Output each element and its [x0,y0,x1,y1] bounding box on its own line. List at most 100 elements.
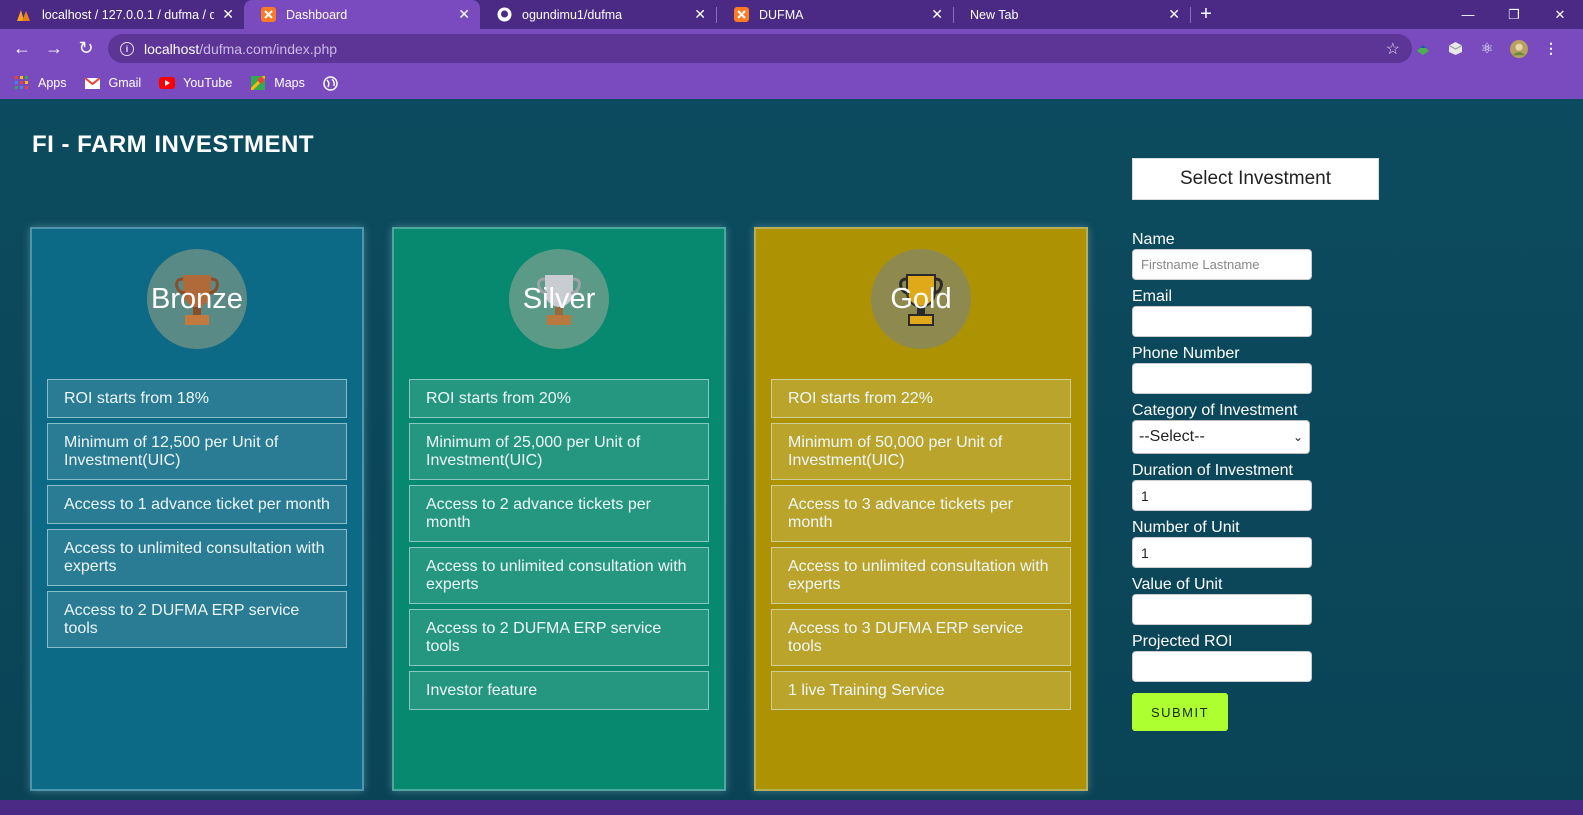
browser-tab-strip: localhost / 127.0.0.1 / dufma / du ✕ Das… [0,0,1583,29]
close-icon[interactable]: ✕ [222,6,234,23]
bookmark-star-icon[interactable]: ☆ [1386,39,1400,59]
gmail-icon [85,75,101,91]
close-icon[interactable]: ✕ [694,6,706,23]
feature-list: ROI starts from 22% Minimum of 50,000 pe… [771,379,1071,715]
bookmark-label: Gmail [108,76,142,90]
extensions-area: ⚛ ⋮ [1414,34,1560,63]
restore-icon[interactable]: ❐ [1491,0,1537,29]
tab-title: ogundimu1/dufma [522,7,623,22]
minimize-icon[interactable]: — [1445,0,1491,29]
roi-field-group: Projected ROI [1132,633,1380,682]
email-label: Email [1132,288,1173,305]
chevron-down-icon: ⌄ [1292,430,1303,444]
category-field-group: Category of Investment --Select-- ⌄ [1132,402,1380,454]
investment-form: Select Investment Name Firstname Lastnam… [1132,158,1380,731]
bookmarks-bar: Apps Gmail YouTube Maps [0,67,1583,99]
select-investment-heading: Select Investment [1132,158,1379,200]
tab-title: DUFMA [759,7,804,22]
globe-icon [323,75,339,91]
plan-card-gold: Gold ROI starts from 22% Minimum of 50,0… [754,227,1088,791]
roi-label: Projected ROI [1132,633,1233,650]
react-devtools-icon[interactable]: ⚛ [1478,40,1496,58]
page-title: FI - FARM INVESTMENT [32,131,314,158]
url-text[interactable]: localhost/dufma.com/index.php [144,41,337,57]
email-field-group: Email [1132,288,1380,337]
name-input[interactable]: Firstname Lastname [1132,249,1312,280]
phone-field-group: Phone Number [1132,345,1380,394]
github-icon [496,7,512,23]
feature-list: ROI starts from 18% Minimum of 12,500 pe… [47,379,347,653]
apps-grid-icon [14,75,30,91]
extension-green-icon[interactable] [1414,40,1432,58]
unit-value-label: Value of Unit [1132,576,1223,593]
close-icon[interactable]: ✕ [458,6,470,23]
phpmyadmin-icon [16,7,32,23]
plan-name: Silver [522,282,596,315]
tab-title: New Tab [970,7,1019,22]
close-window-icon[interactable]: ✕ [1537,0,1583,29]
bookmark-label: Apps [38,76,67,90]
category-select[interactable]: --Select-- ⌄ [1132,420,1310,454]
unit-value-input[interactable] [1132,594,1312,625]
bookmark-apps[interactable]: Apps [14,75,67,91]
bookmark-globe[interactable] [323,75,347,91]
bottom-strip [0,800,1583,815]
info-icon[interactable]: i [120,41,134,56]
medal-badge: Bronze [147,249,247,349]
reload-icon[interactable]: ↻ [70,32,102,64]
feature-item: ROI starts from 18% [47,379,347,418]
tab-github[interactable]: ogundimu1/dufma ✕ [480,0,716,29]
address-bar[interactable]: i localhost/dufma.com/index.php ☆ [108,34,1412,63]
feature-item: Access to 1 advance ticket per month [47,485,347,524]
page-content: FI - FARM INVESTMENT Bronze ROI starts f… [0,99,1583,815]
close-icon[interactable]: ✕ [1168,6,1180,23]
feature-item: Minimum of 50,000 per Unit of Investment… [771,423,1071,480]
duration-input[interactable]: 1 [1132,480,1312,511]
bookmark-label: YouTube [183,76,233,90]
email-input[interactable] [1132,306,1312,337]
feature-item: Access to 2 advance tickets per month [409,485,709,542]
profile-avatar[interactable] [1510,39,1528,58]
bookmark-youtube[interactable]: YouTube [159,75,232,91]
feature-item: Access to 2 DUFMA ERP service tools [409,609,709,666]
bookmark-gmail[interactable]: Gmail [85,75,142,91]
maps-icon [250,75,266,91]
plan-card-bronze: Bronze ROI starts from 18% Minimum of 12… [30,227,364,791]
category-label: Category of Investment [1132,402,1298,419]
plan-card-silver: Silver ROI starts from 20% Minimum of 25… [392,227,726,791]
feature-item: Access to unlimited consultation with ex… [771,547,1071,604]
xampp-icon [260,7,276,23]
extension-cube-icon[interactable] [1446,40,1464,58]
tab-dufma[interactable]: DUFMA ✕ [717,0,953,29]
tab-phpmyadmin[interactable]: localhost / 127.0.0.1 / dufma / du ✕ [0,0,244,29]
units-input[interactable]: 1 [1132,537,1312,568]
tab-title: Dashboard [286,7,348,22]
menu-dots-icon[interactable]: ⋮ [1542,40,1560,58]
bookmark-label: Maps [274,76,305,90]
new-tab-button[interactable]: + [1191,3,1221,26]
duration-field-group: Duration of Investment 1 [1132,462,1380,511]
xampp-icon [733,7,749,23]
forward-icon[interactable]: → [38,32,70,64]
tab-new-tab[interactable]: New Tab ✕ [954,0,1190,29]
window-controls: — ❐ ✕ [1445,0,1583,29]
feature-item: Access to unlimited consultation with ex… [409,547,709,604]
feature-item: Investor feature [409,671,709,710]
unit-value-field-group: Value of Unit [1132,576,1380,625]
category-selected-value: --Select-- [1139,428,1205,445]
feature-item: Access to 3 advance tickets per month [771,485,1071,542]
name-label: Name [1132,231,1175,248]
phone-input[interactable] [1132,363,1312,394]
tab-title: localhost / 127.0.0.1 / dufma / du [42,7,215,22]
roi-input[interactable] [1132,651,1312,682]
feature-item: Minimum of 12,500 per Unit of Investment… [47,423,347,480]
close-icon[interactable]: ✕ [931,6,943,23]
name-field-group: Name Firstname Lastname [1132,231,1380,280]
feature-item: ROI starts from 20% [409,379,709,418]
tab-dashboard[interactable]: Dashboard ✕ [244,0,480,29]
feature-item: ROI starts from 22% [771,379,1071,418]
browser-toolbar: ← → ↻ i localhost/dufma.com/index.php ☆ … [0,29,1583,67]
back-icon[interactable]: ← [6,32,38,64]
bookmark-maps[interactable]: Maps [250,75,305,91]
submit-button[interactable]: SUBMIT [1132,693,1228,731]
